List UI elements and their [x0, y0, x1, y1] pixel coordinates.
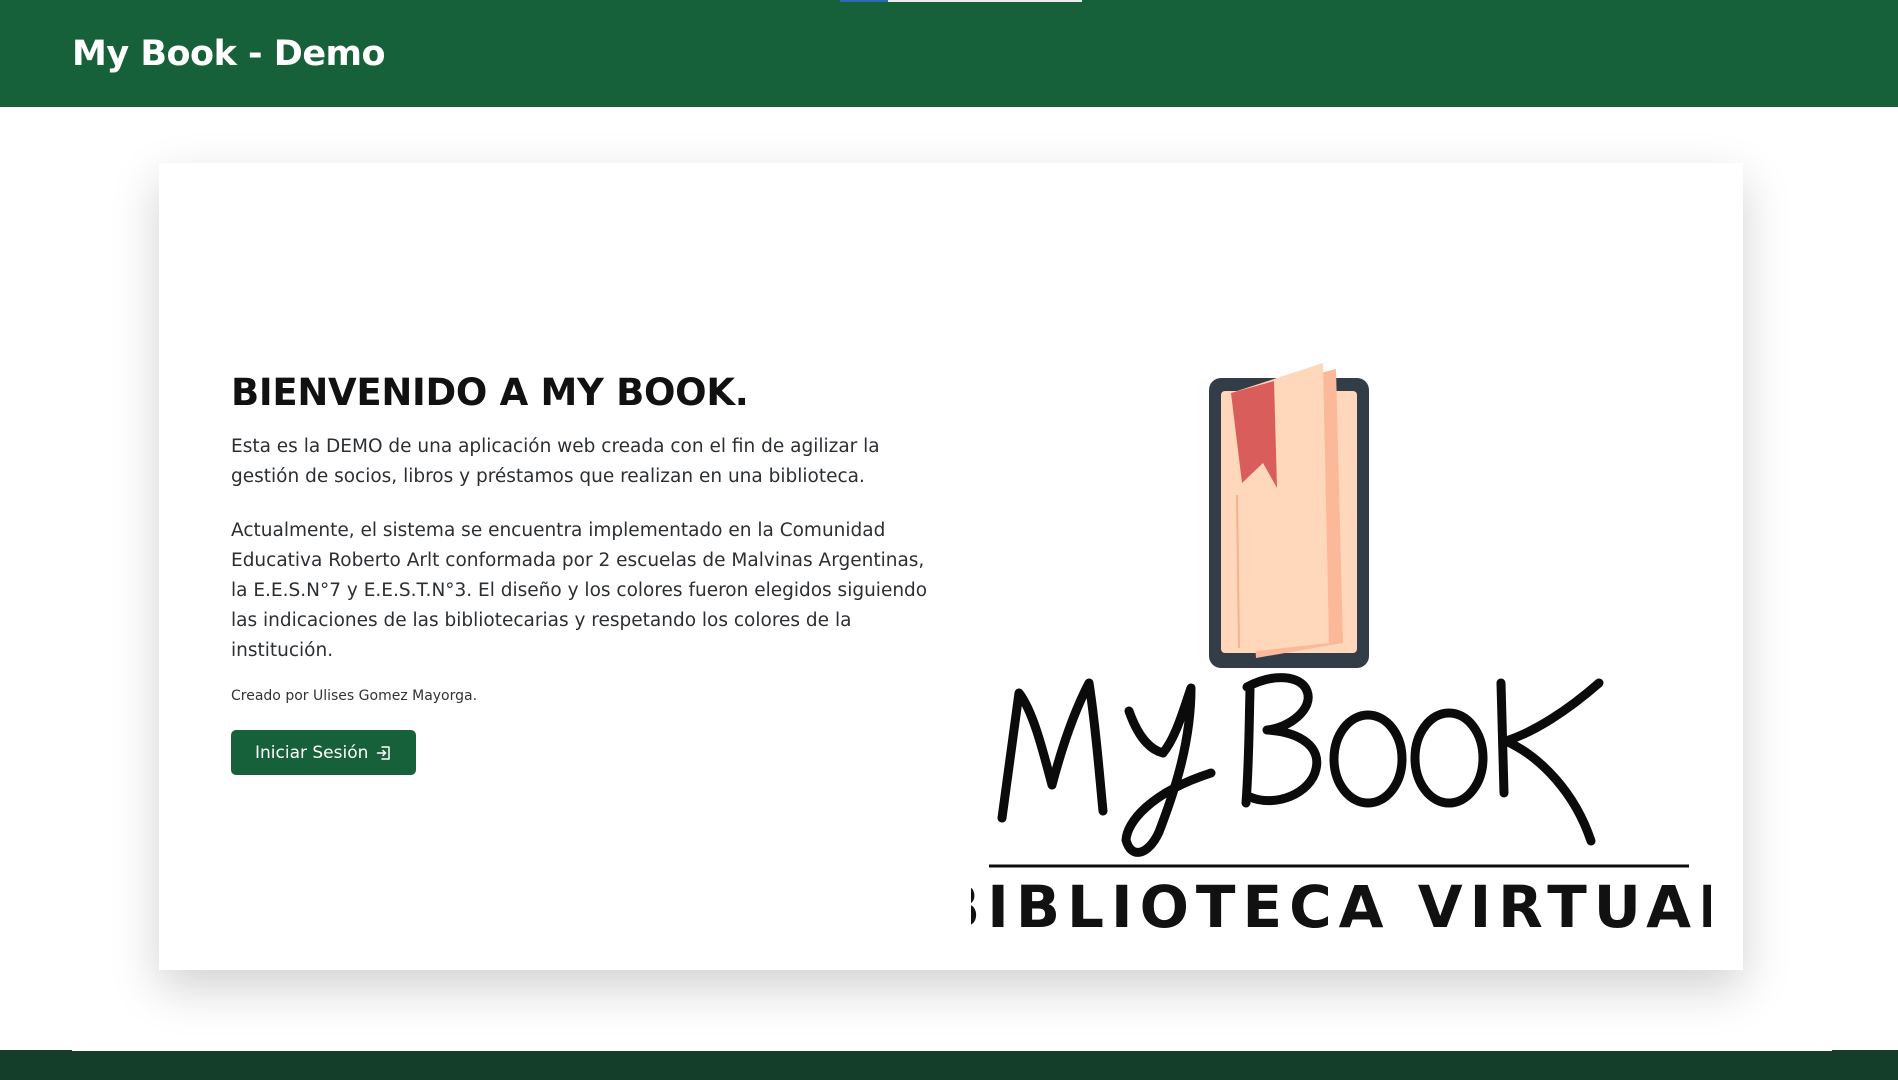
phone-book-icon — [1209, 363, 1369, 668]
brand-title[interactable]: My Book - Demo — [72, 34, 386, 74]
logo-subtitle: BIBLIOTECA VIRTUAL — [971, 873, 1711, 941]
login-arrow-icon — [376, 745, 392, 761]
top-progress-fill — [840, 0, 888, 2]
description-paragraph: Esta es la DEMO de una aplicación web cr… — [231, 436, 880, 487]
welcome-content: BIENVENIDO A MY BOOK. Esta es la DEMO de… — [231, 371, 931, 775]
login-button-label: Iniciar Sesión — [255, 742, 369, 763]
top-navbar: My Book - Demo — [0, 0, 1898, 107]
footer-bar — [0, 1050, 1898, 1080]
login-button[interactable]: Iniciar Sesión — [231, 730, 417, 775]
welcome-card: BIENVENIDO A MY BOOK. Esta es la DEMO de… — [159, 163, 1743, 970]
author-credit: Creado por Ulises Gomez Mayorga. — [231, 688, 478, 704]
mybook-script-text — [997, 673, 1604, 857]
footer-divider — [72, 1050, 1832, 1051]
mybook-logo: BIBLIOTECA VIRTUAL — [971, 363, 1711, 941]
welcome-heading: BIENVENIDO A MY BOOK. — [231, 371, 749, 414]
implementation-paragraph: Actualmente, el sistema se encuentra imp… — [231, 520, 928, 661]
